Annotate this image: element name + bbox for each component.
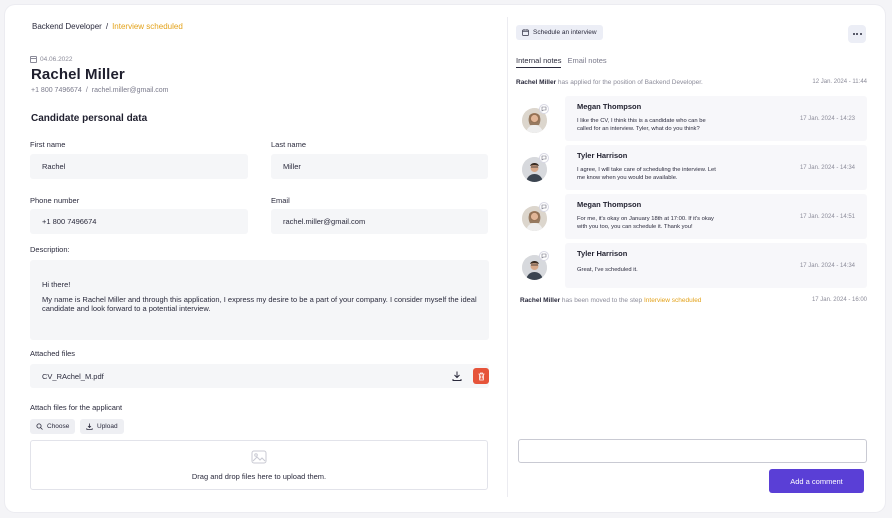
- first-name-label: First name: [30, 140, 66, 149]
- candidate-phone: +1 800 7496674: [31, 87, 82, 94]
- comment-card: Tyler Harrison I agree, I will take care…: [565, 145, 867, 190]
- upload-label: Upload: [97, 423, 118, 430]
- comment-badge-icon: [539, 202, 549, 212]
- choose-button[interactable]: Choose: [30, 419, 76, 434]
- comment-badge-icon: [539, 104, 549, 114]
- choose-label: Choose: [47, 423, 70, 430]
- comment-card: Megan Thompson For me, it's okay on Janu…: [565, 194, 867, 239]
- dot-icon: [852, 33, 855, 35]
- contact-separator: /: [85, 87, 88, 94]
- email-field[interactable]: rachel.miller@gmail.com: [271, 209, 488, 234]
- breadcrumb: Backend Developer / Interview scheduled: [32, 22, 183, 31]
- comment-text: I like the CV, I think this is a candida…: [577, 118, 706, 132]
- log-candidate-name: Rachel Miller: [516, 79, 557, 86]
- download-icon: [86, 423, 93, 430]
- download-icon[interactable]: [451, 370, 463, 382]
- log-text: has applied for the position of Backend …: [557, 79, 703, 86]
- breadcrumb-position[interactable]: Backend Developer: [32, 22, 102, 31]
- schedule-interview-button[interactable]: Schedule an interview: [516, 25, 603, 40]
- comment-author: Tyler Harrison: [577, 151, 628, 160]
- application-date-text: 04.06.2022: [40, 56, 73, 63]
- phone-label: Phone number: [30, 196, 80, 205]
- dot-icon: [856, 33, 858, 35]
- comment-text: Great, I've scheduled it.: [577, 267, 638, 273]
- breadcrumb-status: Interview scheduled: [112, 22, 183, 31]
- applied-log-entry: Rachel Miller has applied for the positi…: [516, 79, 867, 86]
- attached-file-row: CV_RAchel_M.pdf: [30, 364, 489, 388]
- log-time: 12 Jan. 2024 - 11:44: [812, 79, 867, 85]
- dropzone-text: Drag and drop files here to upload them.: [191, 471, 327, 481]
- description-greeting: Hi there!: [42, 280, 71, 289]
- description-field[interactable]: Hi there! My name is Rachel Miller and t…: [30, 260, 489, 340]
- attached-files-label: Attached files: [30, 349, 76, 358]
- candidate-contact: +1 800 7496674 / rachel.miller@gmail.com: [31, 87, 169, 94]
- last-name-label: Last name: [271, 140, 307, 149]
- tab-internal-notes[interactable]: Internal notes: [516, 56, 562, 68]
- comment-card: Tyler Harrison Great, I've scheduled it.…: [565, 243, 867, 288]
- comment-text: I agree, I will take care of scheduling …: [577, 167, 716, 181]
- description-body: My name is Rachel Miller and through thi…: [42, 295, 477, 313]
- comment-author: Megan Thompson: [577, 200, 642, 209]
- description-label: Description:: [30, 245, 70, 254]
- comment-time: 17 Jan. 2024 - 14:34: [799, 165, 855, 171]
- tab-email-notes[interactable]: Email notes: [567, 56, 606, 68]
- last-name-field[interactable]: Miller: [271, 154, 488, 179]
- delete-file-button[interactable]: [473, 368, 489, 384]
- comment-input[interactable]: [518, 439, 867, 463]
- comment-time: 17 Jan. 2024 - 14:34: [799, 263, 855, 269]
- trash-icon: [478, 372, 484, 380]
- first-name-field[interactable]: Rachel: [30, 154, 248, 179]
- candidate-window: Backend Developer / Interview scheduled …: [5, 5, 885, 512]
- log-candidate-name: Rachel Miller: [520, 297, 561, 304]
- panel-divider: [507, 17, 508, 497]
- search-icon: [36, 423, 43, 430]
- notes-tabs: Internal notes Email notes: [516, 56, 607, 68]
- log-step: Interview scheduled: [643, 297, 702, 304]
- candidate-email: rachel.miller@gmail.com: [91, 87, 169, 94]
- schedule-interview-label: Schedule an interview: [533, 29, 597, 36]
- breadcrumb-separator: /: [105, 22, 109, 31]
- attached-file-name[interactable]: CV_RAchel_M.pdf: [42, 372, 104, 381]
- phone-field[interactable]: +1 800 7496674: [30, 209, 248, 234]
- image-icon: [251, 450, 267, 463]
- add-comment-button[interactable]: Add a comment: [769, 469, 864, 493]
- log-time: 17 Jan. 2024 - 16:00: [811, 297, 867, 303]
- calendar-icon: [30, 56, 37, 63]
- comment-time: 17 Jan. 2024 - 14:23: [799, 116, 855, 122]
- moved-log-entry: Rachel Miller has been moved to the step…: [520, 297, 867, 304]
- email-label: Email: [271, 196, 290, 205]
- comment-item: Tyler Harrison Great, I've scheduled it.…: [520, 243, 867, 288]
- comment-card: Megan Thompson I like the CV, I think th…: [565, 96, 867, 141]
- comment-text: For me, it's okay on January 18th at 17:…: [577, 216, 714, 230]
- comment-time: 17 Jan. 2024 - 14:51: [799, 214, 855, 220]
- comment-badge-icon: [539, 153, 549, 163]
- upload-button[interactable]: Upload: [80, 419, 124, 434]
- log-text: has been moved to the step: [561, 297, 643, 304]
- comment-item: Megan Thompson I like the CV, I think th…: [520, 96, 867, 141]
- section-title: Candidate personal data: [31, 113, 148, 124]
- comment-badge-icon: [539, 251, 549, 261]
- calendar-icon: [522, 29, 529, 36]
- candidate-name: Rachel Miller: [31, 66, 125, 83]
- comment-author: Tyler Harrison: [577, 249, 628, 258]
- file-dropzone[interactable]: Drag and drop files here to upload them.: [30, 440, 488, 490]
- comment-item: Megan Thompson For me, it's okay on Janu…: [520, 194, 867, 239]
- attach-for-label: Attach files for the applicant: [30, 403, 123, 412]
- comment-item: Tyler Harrison I agree, I will take care…: [520, 145, 867, 190]
- more-options-button[interactable]: [848, 25, 866, 43]
- comment-author: Megan Thompson: [577, 102, 642, 111]
- application-date: 04.06.2022: [30, 56, 73, 63]
- dot-icon: [859, 33, 862, 35]
- candidate-panel: Backend Developer / Interview scheduled …: [5, 5, 502, 512]
